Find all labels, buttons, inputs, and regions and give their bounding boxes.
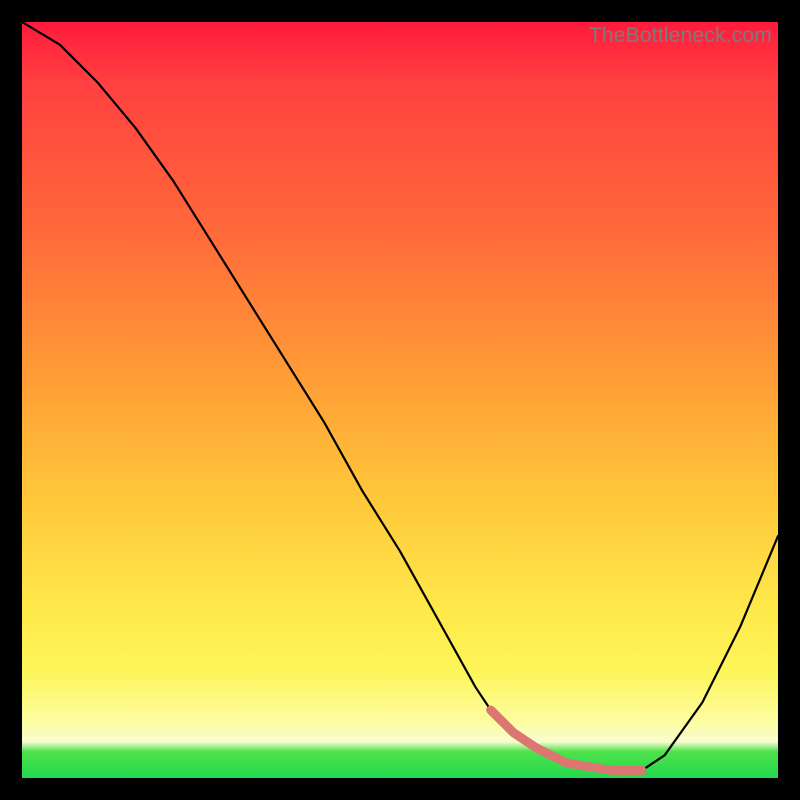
main-curve (22, 22, 778, 770)
highlight-curve (491, 710, 642, 770)
chart-frame: TheBottleneck.com (0, 0, 800, 800)
plot-area: TheBottleneck.com (22, 22, 778, 778)
chart-svg (22, 22, 778, 778)
